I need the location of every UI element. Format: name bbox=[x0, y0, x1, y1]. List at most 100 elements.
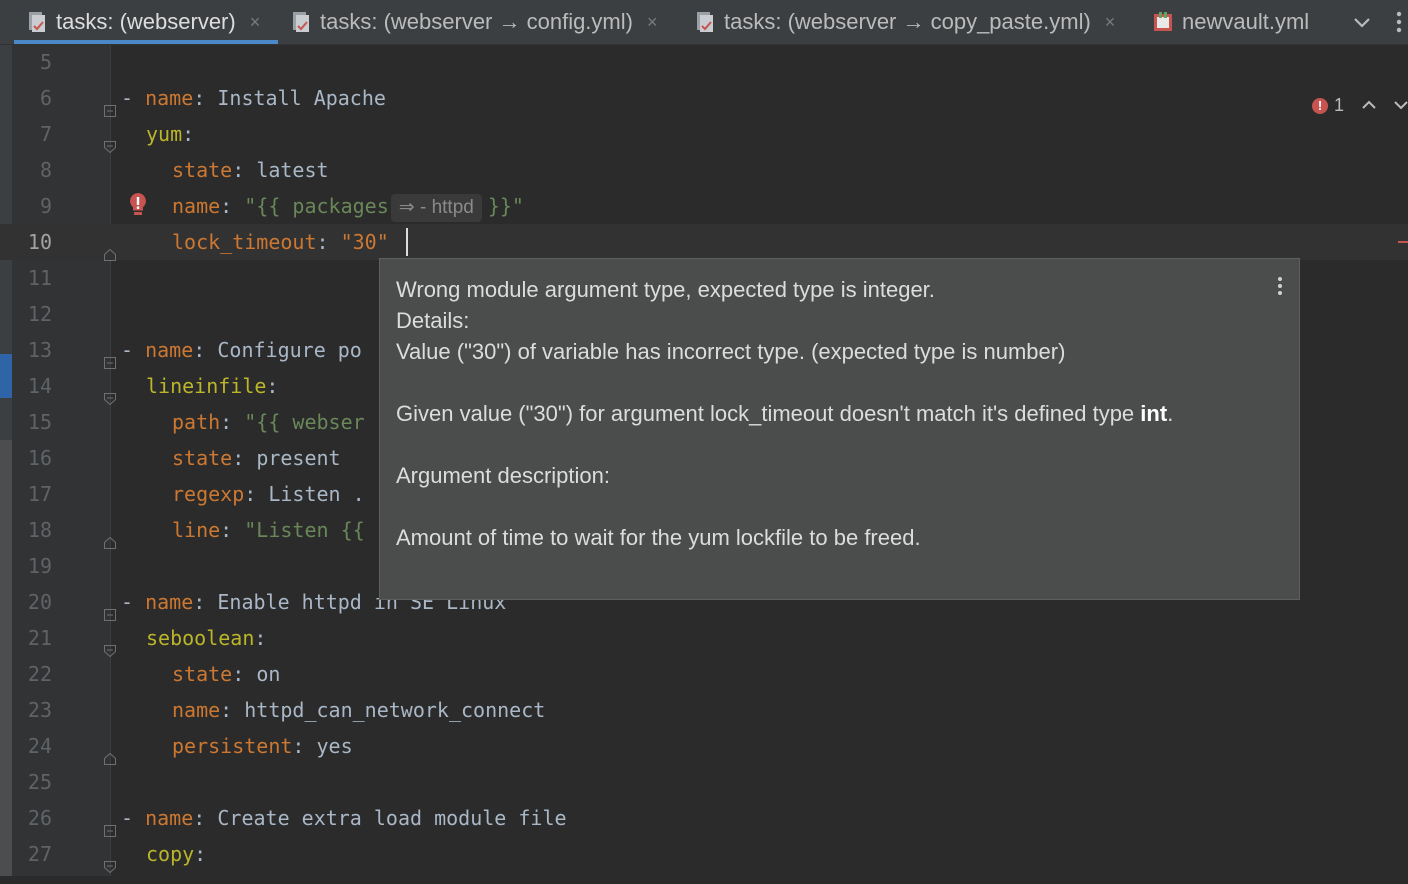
tooltip-arg-desc-label: Argument description: bbox=[396, 463, 610, 488]
line-number: 16 bbox=[27, 446, 52, 470]
fold-icon[interactable] bbox=[104, 128, 116, 154]
fold-icon[interactable] bbox=[104, 380, 116, 406]
line-number: 10 bbox=[27, 230, 52, 254]
inspection-widget[interactable]: ! 1 bbox=[1312, 95, 1408, 116]
line-number: 9 bbox=[39, 194, 52, 218]
code-line: 21 seboolean: bbox=[0, 620, 1408, 658]
code-line: 7 yum: bbox=[0, 116, 1408, 154]
fold-end-icon[interactable] bbox=[104, 236, 116, 261]
code-line: 5 bbox=[0, 44, 1408, 80]
tooltip-detail: Value ("30") of variable has incorrect t… bbox=[396, 339, 1066, 364]
fold-end-icon[interactable] bbox=[104, 524, 116, 549]
tooltip-arg-desc: Amount of time to wait for the yum lockf… bbox=[396, 525, 921, 550]
code-line: 23 name: httpd_can_network_connect bbox=[0, 692, 1408, 728]
line-number: 6 bbox=[39, 86, 52, 110]
tab-tasks-webserver-config[interactable]: tasks: (webserver → config.yml) × bbox=[290, 0, 657, 44]
line-number: 5 bbox=[39, 50, 52, 74]
expected-type: int bbox=[1140, 401, 1168, 426]
line-number: 14 bbox=[27, 374, 52, 398]
error-icon: ! bbox=[1312, 97, 1328, 114]
previous-problem-icon[interactable] bbox=[1362, 97, 1376, 115]
more-vertical-icon[interactable] bbox=[1390, 6, 1408, 38]
code-text: state: present bbox=[172, 446, 341, 470]
fold-icon[interactable] bbox=[104, 848, 116, 874]
code-line-current: 10 lock_timeout: "30" bbox=[0, 224, 1408, 261]
code-text: line: "Listen {{ bbox=[172, 518, 365, 542]
ansible-file-icon bbox=[290, 11, 312, 33]
code-text: name: httpd_can_network_connect bbox=[172, 698, 546, 722]
tab-label: tasks: (webserver → copy_paste.yml) bbox=[724, 9, 1091, 34]
line-number: 24 bbox=[27, 734, 52, 758]
tooltip-given-value: Given value ("30") for argument lock_tim… bbox=[396, 401, 1174, 426]
chevron-down-icon[interactable] bbox=[1350, 8, 1374, 36]
code-text: regexp: Listen . bbox=[172, 482, 365, 506]
code-text: name: "{{ packages ⇒ - httpd}}" bbox=[172, 188, 524, 224]
code-text: copy: bbox=[146, 842, 207, 866]
line-number: 17 bbox=[27, 482, 52, 506]
line-number: 20 bbox=[27, 590, 52, 614]
fold-icon[interactable] bbox=[104, 92, 116, 117]
line-number: 26 bbox=[27, 806, 52, 830]
code-text: - name: Create extra load module file bbox=[121, 806, 567, 830]
code-text: - name: Configure po bbox=[121, 338, 362, 362]
line-number: 12 bbox=[27, 302, 52, 326]
inlay-hint: ⇒ - httpd bbox=[390, 194, 482, 222]
editor-tab-bar: tasks: (webserver) × tasks: (webserver →… bbox=[0, 0, 1408, 45]
code-text: persistent: yes bbox=[172, 734, 353, 758]
fold-icon[interactable] bbox=[104, 812, 116, 837]
error-scroll-marker[interactable] bbox=[1398, 241, 1408, 243]
line-number: 18 bbox=[27, 518, 52, 542]
line-number: 15 bbox=[27, 410, 52, 434]
code-text: - name: Install Apache bbox=[121, 86, 386, 110]
code-line: 24 persistent: yes bbox=[0, 728, 1408, 765]
error-tooltip: Wrong module argument type, expected typ… bbox=[379, 258, 1300, 600]
tab-tasks-webserver-copy-paste[interactable]: tasks: (webserver → copy_paste.yml) × bbox=[694, 0, 1115, 44]
code-line: 9 name: "{{ packages ⇒ - httpd}}" bbox=[0, 188, 1408, 224]
tab-tasks-webserver[interactable]: tasks: (webserver) × bbox=[14, 0, 278, 44]
tab-label: tasks: (webserver → config.yml) bbox=[320, 9, 633, 34]
line-number: 7 bbox=[39, 122, 52, 146]
line-number: 8 bbox=[39, 158, 52, 182]
text-caret bbox=[406, 228, 408, 256]
tooltip-title: Wrong module argument type, expected typ… bbox=[396, 277, 935, 302]
close-icon[interactable]: × bbox=[647, 12, 658, 33]
line-number: 19 bbox=[27, 554, 52, 578]
code-text: seboolean: bbox=[146, 626, 267, 650]
code-text: state: on bbox=[172, 662, 281, 686]
more-vertical-icon[interactable] bbox=[1272, 273, 1288, 299]
tooltip-details-label: Details: bbox=[396, 308, 470, 333]
error-bulb-icon[interactable] bbox=[128, 192, 148, 218]
code-line: 6 - name: Install Apache bbox=[0, 80, 1408, 117]
code-text: state: latest bbox=[172, 158, 329, 182]
tab-label: newvault.yml bbox=[1182, 9, 1310, 34]
code-line: 8 state: latest bbox=[0, 152, 1408, 188]
close-icon[interactable]: × bbox=[250, 12, 261, 33]
line-number: 22 bbox=[27, 662, 52, 686]
line-number: 23 bbox=[27, 698, 52, 722]
fold-icon[interactable] bbox=[104, 596, 116, 621]
line-number: 21 bbox=[27, 626, 52, 650]
fold-icon[interactable] bbox=[104, 632, 116, 658]
code-line: 27 copy: bbox=[0, 836, 1408, 874]
code-line: 25 bbox=[0, 764, 1408, 800]
code-text: yum: bbox=[146, 122, 195, 146]
code-text: lineinfile: bbox=[146, 374, 279, 398]
code-text: path: "{{ webser bbox=[172, 410, 365, 434]
fold-end-icon[interactable] bbox=[104, 740, 116, 765]
line-number: 25 bbox=[27, 770, 52, 794]
ansible-file-icon bbox=[694, 11, 716, 33]
fold-icon[interactable] bbox=[104, 344, 116, 369]
error-count: 1 bbox=[1334, 95, 1345, 115]
next-problem-icon[interactable] bbox=[1394, 97, 1408, 115]
line-number: 11 bbox=[27, 266, 52, 290]
tab-newvault[interactable]: newvault.yml bbox=[1152, 0, 1309, 44]
code-line: 26 - name: Create extra load module file bbox=[0, 800, 1408, 837]
code-text: lock_timeout: "30" bbox=[172, 230, 389, 254]
tab-label: tasks: (webserver) bbox=[56, 9, 236, 34]
vault-file-icon bbox=[1152, 11, 1174, 33]
line-number: 27 bbox=[27, 842, 52, 866]
code-line: 22 state: on bbox=[0, 656, 1408, 692]
close-icon[interactable]: × bbox=[1105, 12, 1116, 33]
line-number: 13 bbox=[27, 338, 52, 362]
ansible-file-icon bbox=[26, 11, 48, 33]
